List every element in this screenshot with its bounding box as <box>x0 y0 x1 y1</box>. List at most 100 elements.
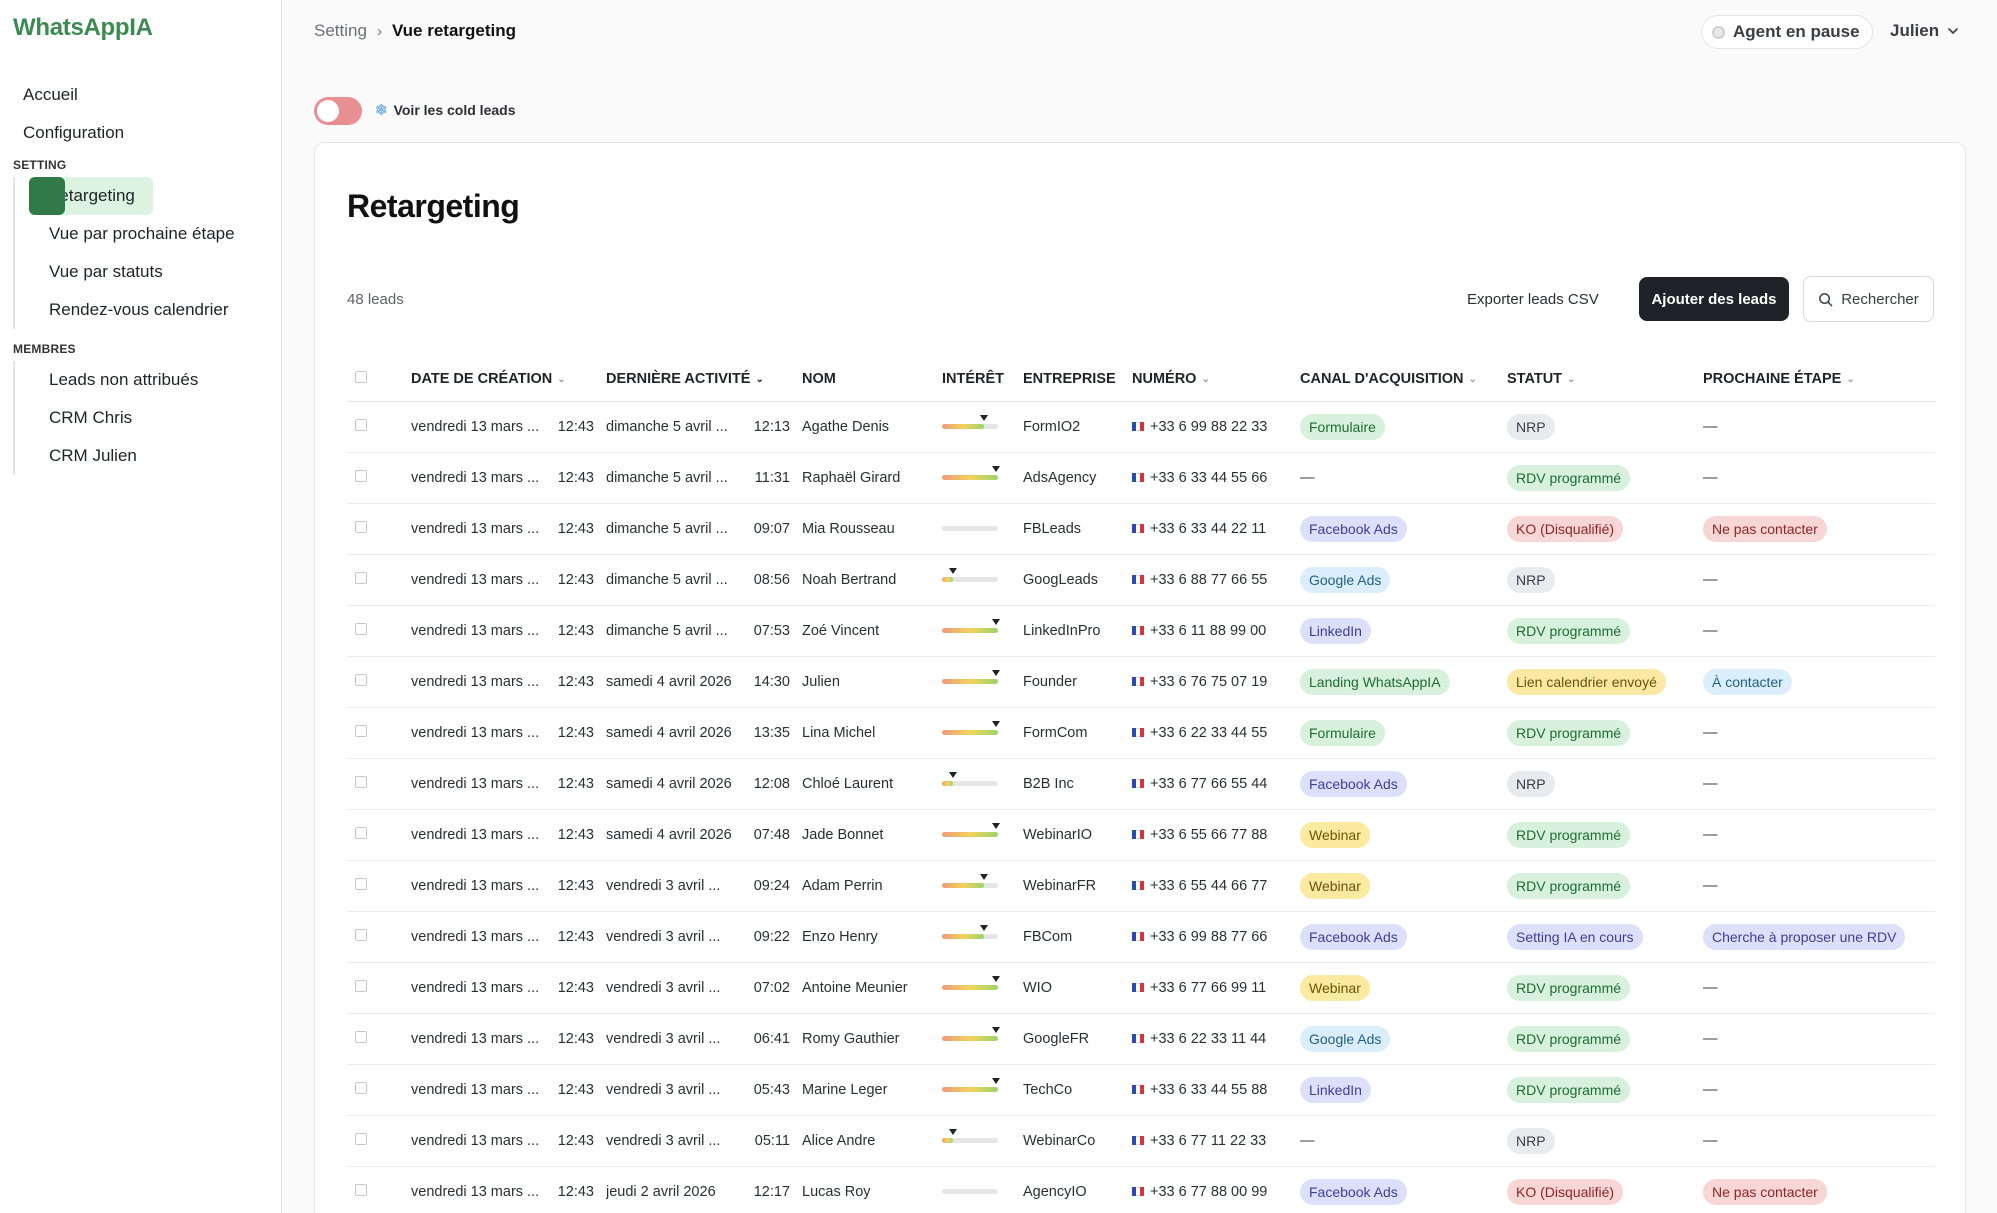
table-row[interactable]: vendredi 13 mars ... 12:43 dimanche 5 avri… <box>347 401 1935 453</box>
table-row[interactable]: vendredi 13 mars ... 12:43 jeudi 2 avril 2… <box>347 1166 1935 1213</box>
phone-number[interactable]: +33 6 77 66 99 11 <box>1150 980 1266 996</box>
phone-number[interactable]: +33 6 11 88 99 00 <box>1150 623 1266 639</box>
sidebar-item-crm-chris[interactable]: CRM Chris <box>31 399 268 437</box>
lead-name[interactable]: Mia Rousseau <box>802 521 895 537</box>
phone-number[interactable]: +33 6 33 44 22 11 <box>1150 521 1266 537</box>
sidebar-item-configuration[interactable]: Configuration <box>13 114 268 152</box>
table-row[interactable]: vendredi 13 mars ... 12:43 vendredi 3 avri… <box>347 1064 1935 1116</box>
status-badge: RDV programmé <box>1507 617 1631 644</box>
lead-name[interactable]: Adam Perrin <box>802 878 883 894</box>
phone-number[interactable]: +33 6 76 75 07 19 <box>1150 674 1267 690</box>
row-checkbox[interactable] <box>355 622 367 635</box>
name-cell: Enzo Henry <box>802 911 942 963</box>
activity-cell: jeudi 2 avril 2026 12:17 <box>606 1166 802 1213</box>
table-row[interactable]: vendredi 13 mars ... 12:43 dimanche 5 avri… <box>347 452 1935 504</box>
table-row[interactable]: vendredi 13 mars ... 12:43 dimanche 5 avri… <box>347 503 1935 555</box>
company-cell: TechCo <box>1023 1064 1132 1116</box>
lead-name[interactable]: Julien <box>802 674 840 690</box>
column-header[interactable]: CANAL D'ACQUISITION ⌄ <box>1300 358 1507 402</box>
next-step-badge: Ne pas contacter <box>1703 515 1827 542</box>
table-row[interactable]: vendredi 13 mars ... 12:43 vendredi 3 avri… <box>347 911 1935 963</box>
phone-number[interactable]: +33 6 55 44 66 77 <box>1150 878 1267 894</box>
sidebar-item-vue-statuts[interactable]: Vue par statuts <box>31 253 268 291</box>
export-csv-button[interactable]: Exporter leads CSV <box>1467 291 1599 308</box>
row-checkbox[interactable] <box>355 1132 367 1145</box>
search-button[interactable]: Rechercher <box>1803 276 1934 322</box>
table-row[interactable]: vendredi 13 mars ... 12:43 dimanche 5 avri… <box>347 554 1935 606</box>
lead-name[interactable]: Raphaël Girard <box>802 470 900 486</box>
column-header[interactable]: NUMÉRO ⌄ <box>1132 358 1300 402</box>
lead-name[interactable]: Enzo Henry <box>802 929 878 945</box>
lead-name[interactable]: Lina Michel <box>802 725 875 741</box>
lead-name[interactable]: Chloé Laurent <box>802 776 893 792</box>
table-row[interactable]: vendredi 13 mars ... 12:43 vendredi 3 avri… <box>347 1115 1935 1167</box>
created-cell: vendredi 13 mars ... 12:43 <box>411 758 606 810</box>
row-checkbox[interactable] <box>355 571 367 584</box>
phone-number[interactable]: +33 6 99 88 77 66 <box>1150 929 1267 945</box>
row-checkbox[interactable] <box>355 469 367 482</box>
table-row[interactable]: vendredi 13 mars ... 12:43 samedi 4 avril … <box>347 656 1935 708</box>
row-checkbox[interactable] <box>355 928 367 941</box>
sidebar-item-accueil[interactable]: Accueil <box>13 76 268 114</box>
row-checkbox[interactable] <box>355 979 367 992</box>
table-row[interactable]: vendredi 13 mars ... 12:43 dimanche 5 avri… <box>347 605 1935 657</box>
table-row[interactable]: vendredi 13 mars ... 12:43 vendredi 3 avri… <box>347 962 1935 1014</box>
column-header[interactable]: DATE DE CRÉATION ⌄ <box>411 358 606 402</box>
table-row[interactable]: vendredi 13 mars ... 12:43 samedi 4 avril … <box>347 758 1935 810</box>
phone-number[interactable]: +33 6 77 88 00 99 <box>1150 1184 1267 1200</box>
phone-number[interactable]: +33 6 88 77 66 55 <box>1150 572 1267 588</box>
table-row[interactable]: vendredi 13 mars ... 12:43 samedi 4 avril … <box>347 707 1935 759</box>
sidebar-item-vue-prochaine-etape[interactable]: Vue par prochaine étape <box>31 215 268 253</box>
row-checkbox[interactable] <box>355 724 367 737</box>
lead-name[interactable]: Noah Bertrand <box>802 572 896 588</box>
company-name: B2B Inc <box>1023 775 1074 792</box>
table-row[interactable]: vendredi 13 mars ... 12:43 vendredi 3 avri… <box>347 1013 1935 1065</box>
sidebar-item-crm-julien[interactable]: CRM Julien <box>31 437 268 475</box>
france-flag-icon <box>1132 575 1144 584</box>
breadcrumb-setting[interactable]: Setting <box>314 21 367 41</box>
row-checkbox[interactable] <box>355 1183 367 1196</box>
brand-logo[interactable]: WhatsAppIA <box>13 14 153 42</box>
phone-number[interactable]: +33 6 33 44 55 88 <box>1150 1082 1267 1098</box>
user-menu[interactable]: Julien <box>1890 21 1959 41</box>
lead-name[interactable]: Zoé Vincent <box>802 623 879 639</box>
phone-number[interactable]: +33 6 77 66 55 44 <box>1150 776 1267 792</box>
lead-name[interactable]: Romy Gauthier <box>802 1031 900 1047</box>
lead-name[interactable]: Antoine Meunier <box>802 980 908 996</box>
column-header: INTÉRÊT <box>942 358 1023 402</box>
column-header[interactable]: STATUT ⌄ <box>1507 358 1703 402</box>
channel-cell: Formulaire <box>1300 707 1507 759</box>
select-all-checkbox[interactable] <box>355 371 367 384</box>
add-leads-button[interactable]: Ajouter des leads <box>1639 277 1789 321</box>
row-checkbox[interactable] <box>355 1081 367 1094</box>
phone-number[interactable]: +33 6 22 33 44 55 <box>1150 725 1267 741</box>
row-checkbox[interactable] <box>355 418 367 431</box>
row-checkbox[interactable] <box>355 1030 367 1043</box>
phone-number[interactable]: +33 6 33 44 55 66 <box>1150 470 1267 486</box>
lead-name[interactable]: Alice Andre <box>802 1133 875 1149</box>
column-header[interactable]: PROCHAINE ÉTAPE ⌄ <box>1703 358 1935 402</box>
row-checkbox[interactable] <box>355 877 367 890</box>
lead-name[interactable]: Jade Bonnet <box>802 827 883 843</box>
phone-number[interactable]: +33 6 99 88 22 33 <box>1150 419 1267 435</box>
sidebar-item-rendez-vous-calendrier[interactable]: Rendez-vous calendrier <box>31 291 268 329</box>
table-row[interactable]: vendredi 13 mars ... 12:43 vendredi 3 avri… <box>347 860 1935 912</box>
column-header[interactable]: DERNIÈRE ACTIVITÉ ⌄ <box>606 358 802 402</box>
sidebar-item-leads-non-attribues[interactable]: Leads non attribués <box>31 361 268 399</box>
row-checkbox[interactable] <box>355 826 367 839</box>
next-step-cell: — <box>1703 809 1935 861</box>
company-name: WebinarIO <box>1023 826 1093 843</box>
agent-status-button[interactable]: Agent en pause <box>1701 15 1873 49</box>
phone-number[interactable]: +33 6 77 11 22 33 <box>1150 1133 1266 1149</box>
cold-leads-toggle[interactable] <box>314 97 362 125</box>
row-checkbox[interactable] <box>355 775 367 788</box>
lead-name[interactable]: Lucas Roy <box>802 1184 871 1200</box>
phone-number[interactable]: +33 6 55 66 77 88 <box>1150 827 1267 843</box>
row-checkbox[interactable] <box>355 520 367 533</box>
table-row[interactable]: vendredi 13 mars ... 12:43 samedi 4 avril … <box>347 809 1935 861</box>
lead-name[interactable]: Agathe Denis <box>802 419 889 435</box>
channel-cell: Facebook Ads <box>1300 503 1507 555</box>
row-checkbox[interactable] <box>355 673 367 686</box>
lead-name[interactable]: Marine Leger <box>802 1082 887 1098</box>
phone-number[interactable]: +33 6 22 33 11 44 <box>1150 1031 1266 1047</box>
